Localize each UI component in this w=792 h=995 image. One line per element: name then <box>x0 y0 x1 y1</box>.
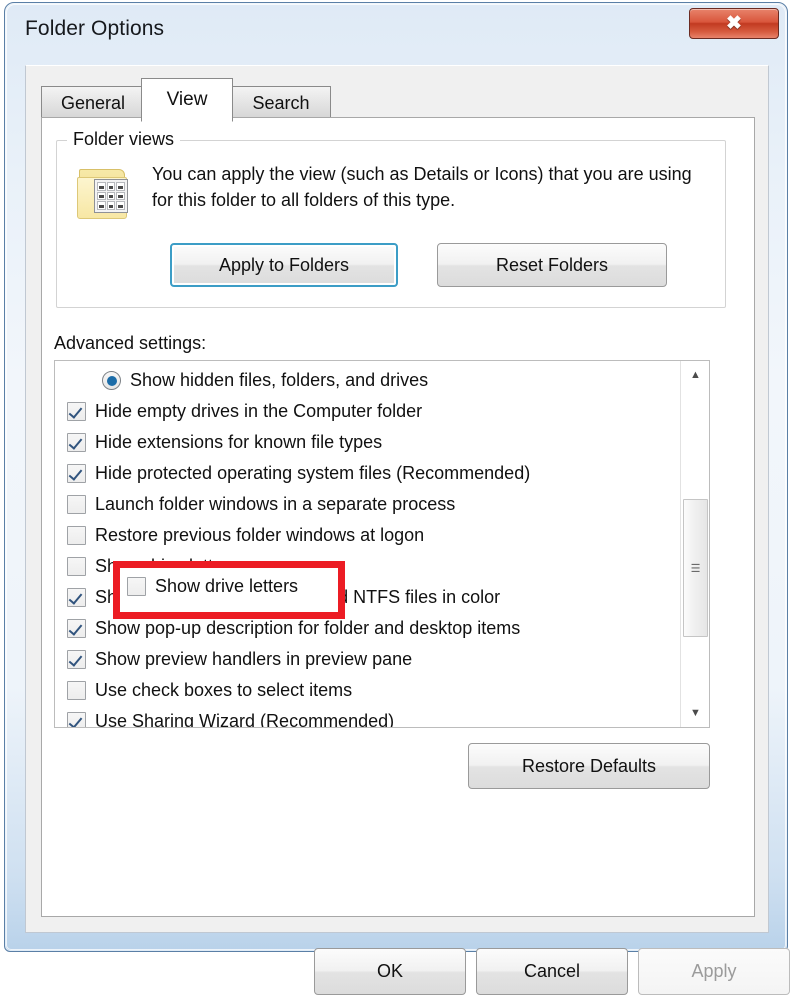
list-item-label: Restore previous folder windows at logon <box>95 525 425 545</box>
list-item[interactable]: Show hidden files, folders, and drives <box>55 365 675 396</box>
list-item-label: Show drive letters <box>95 556 239 576</box>
list-item-label: Show preview handlers in preview pane <box>95 649 413 669</box>
list-item[interactable]: Launch folder windows in a separate proc… <box>55 489 675 520</box>
list-item-label: Hide protected operating system files (R… <box>95 463 531 483</box>
ok-button[interactable]: OK <box>314 948 466 995</box>
tab-strip: General View Search <box>41 78 741 122</box>
checkbox-icon[interactable] <box>67 402 86 421</box>
checkbox-icon[interactable] <box>67 650 86 669</box>
folder-views-group-label: Folder views <box>67 129 181 150</box>
folder-views-groupbox: Folder views You can apply the view (suc… <box>56 129 726 308</box>
list-item[interactable]: Hide extensions for known file types <box>55 427 675 458</box>
list-item-label: Show encrypted or compressed NTFS files … <box>95 587 501 607</box>
list-item[interactable]: Hide protected operating system files (R… <box>55 458 675 489</box>
title-bar: Folder Options ✖ <box>5 3 789 65</box>
tab-general[interactable]: General <box>41 86 145 120</box>
list-item-label: Use check boxes to select items <box>95 680 353 700</box>
list-item[interactable]: Show preview handlers in preview pane <box>55 644 675 675</box>
folder-views-description: You can apply the view (such as Details … <box>152 164 692 210</box>
list-item-label: Launch folder windows in a separate proc… <box>95 494 456 514</box>
list-item-label: Hide extensions for known file types <box>95 432 383 452</box>
radio-icon[interactable] <box>102 371 121 390</box>
dialog-body: General View Search Folder views You can… <box>25 65 790 995</box>
cancel-button[interactable]: Cancel <box>476 948 628 995</box>
list-item[interactable]: Hide empty drives in the Computer folder <box>55 396 675 427</box>
close-button[interactable]: ✖ <box>689 8 779 39</box>
advanced-settings-label: Advanced settings: <box>54 333 207 353</box>
checkbox-icon[interactable] <box>67 526 86 545</box>
folder-options-window: Folder Options ✖ General View Search Fol… <box>4 2 790 995</box>
advanced-settings-list: Show hidden files, folders, and drives Hi… <box>55 365 675 728</box>
tab-page-view: Folder views You can apply the view (suc… <box>41 117 755 917</box>
list-item[interactable]: Use Sharing Wizard (Recommended) <box>55 706 675 728</box>
list-item[interactable]: Show encrypted or compressed NTFS files … <box>55 582 675 613</box>
checkbox-icon[interactable] <box>67 557 86 576</box>
close-icon: ✖ <box>726 13 742 34</box>
window-title: Folder Options <box>25 17 165 40</box>
folder-views-icon <box>77 163 135 221</box>
checkbox-icon[interactable] <box>67 464 86 483</box>
list-item[interactable]: Use check boxes to select items <box>55 675 675 706</box>
checkbox-icon[interactable] <box>67 681 86 700</box>
scroll-down-icon[interactable]: ▼ <box>681 699 709 727</box>
checkbox-icon[interactable] <box>67 433 86 452</box>
scrollbar-thumb[interactable]: ☰ <box>683 499 708 637</box>
tab-view[interactable]: View <box>141 78 233 122</box>
apply-to-folders-button[interactable]: Apply to Folders <box>170 243 398 287</box>
scroll-up-icon[interactable]: ▲ <box>681 361 709 389</box>
restore-defaults-button[interactable]: Restore Defaults <box>468 743 710 789</box>
checkbox-icon[interactable] <box>67 588 86 607</box>
list-item-label: Hide empty drives in the Computer folder <box>95 401 423 421</box>
reset-folders-button[interactable]: Reset Folders <box>437 243 667 287</box>
list-item[interactable]: Restore previous folder windows at logon <box>55 520 675 551</box>
apply-button: Apply <box>638 948 790 995</box>
checkbox-icon[interactable] <box>67 712 86 727</box>
list-item-label: Use Sharing Wizard (Recommended) <box>95 711 395 728</box>
list-item-label: Show pop-up description for folder and d… <box>95 618 521 638</box>
advanced-settings-listbox[interactable]: Show hidden files, folders, and drives Hi… <box>54 360 710 728</box>
list-item[interactable]: Show pop-up description for folder and d… <box>55 613 675 644</box>
checkbox-icon[interactable] <box>67 495 86 514</box>
advanced-settings-scrollbar[interactable]: ▲ ☰ ▼ <box>680 361 709 727</box>
list-item[interactable]: Show drive letters <box>55 551 675 582</box>
list-item-label: Show hidden files, folders, and drives <box>130 370 429 390</box>
tab-search[interactable]: Search <box>231 86 331 120</box>
checkbox-icon[interactable] <box>67 619 86 638</box>
